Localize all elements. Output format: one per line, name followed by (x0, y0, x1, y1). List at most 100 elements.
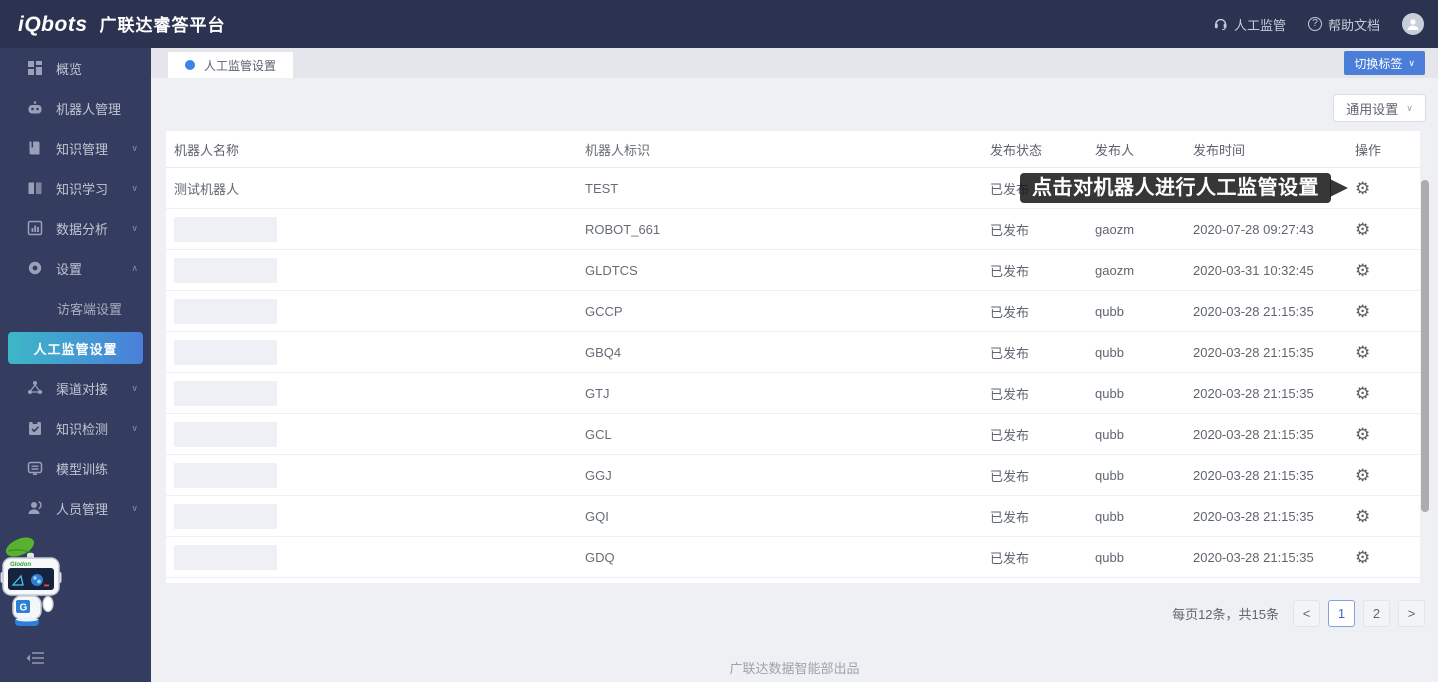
settings-gear-icon[interactable]: ⚙ (1355, 220, 1370, 239)
column-header-publisher: 发布人 (1095, 142, 1135, 158)
publisher-cell: qubb (1095, 467, 1124, 483)
main-content: 通用设置 ∨ 机器人名称 机器人标识 发布状态 发布人 发布时间 操作 测试机器… (151, 78, 1438, 682)
collapse-sidebar-icon[interactable] (26, 651, 46, 670)
sidebar-item-label: 设置 (56, 261, 83, 277)
redacted-name-block (174, 257, 277, 283)
general-settings-label: 通用设置 (1346, 101, 1399, 117)
publish-status-cell: 已发布 (990, 386, 1030, 402)
chevron-up-icon: ∧ (131, 262, 138, 273)
sidebar-item-manual-supervision-settings[interactable]: 人工监管设置 (8, 332, 143, 364)
footer-credit: 广联达数据智能部出品 (729, 661, 860, 676)
robot-name-cell: 测试机器人 (174, 181, 240, 197)
robot-id-cell: GCL (585, 426, 612, 442)
publisher-cell: qubb (1095, 426, 1124, 442)
page-button-2[interactable]: 2 (1363, 600, 1390, 627)
robots-table: 机器人名称 机器人标识 发布状态 发布人 发布时间 操作 测试机器人 TEST … (166, 131, 1420, 583)
redacted-name-block (174, 421, 277, 447)
settings-gear-icon[interactable]: ⚙ (1355, 466, 1370, 485)
sidebar-item-visitor-settings[interactable]: 访客端设置 (0, 288, 151, 328)
settings-gear-icon[interactable]: ⚙ (1355, 548, 1370, 567)
publisher-cell: qubb (1095, 549, 1124, 565)
sidebar-item-label: 知识检测 (56, 421, 109, 437)
tab-label: 人工监管设置 (204, 58, 277, 73)
publisher-cell: gaozm (1095, 262, 1135, 278)
settings-gear-icon[interactable]: ⚙ (1355, 261, 1370, 280)
robot-id-cell: TEST (585, 180, 619, 196)
settings-gear-icon[interactable]: ⚙ (1355, 507, 1370, 526)
help-docs-label: 帮助文档 (1327, 17, 1380, 33)
sidebar-item-overview[interactable]: 概览 (0, 48, 151, 88)
settings-gear-icon[interactable]: ⚙ (1355, 343, 1370, 362)
vertical-scrollbar[interactable] (1421, 180, 1429, 512)
publisher-cell: qubb (1095, 344, 1124, 360)
chevron-down-icon: ∨ (1408, 57, 1415, 68)
sidebar-item-knowledge-learning[interactable]: 知识学习 ∨ (0, 168, 151, 208)
table-row: GCL 已发布 qubb 2020-03-28 21:15:35 ⚙ (166, 414, 1420, 455)
redacted-name-block (174, 339, 277, 365)
tab-manual-supervision-settings[interactable]: 人工监管设置 (168, 52, 294, 78)
robot-id-cell: GQI (585, 508, 609, 524)
pagination: 每页12条，共15条 < 1 2 > (1172, 600, 1425, 627)
general-settings-dropdown[interactable]: 通用设置 ∨ (1333, 94, 1426, 122)
sidebar-item-data-analysis[interactable]: 数据分析 ∨ (0, 208, 151, 248)
platform-name: 广联达睿答平台 (99, 16, 226, 35)
redacted-name-block (174, 503, 277, 529)
manual-supervision-link[interactable]: 人工监管 (1213, 15, 1286, 34)
settings-gear-icon[interactable]: ⚙ (1355, 179, 1370, 198)
sidebar-item-settings[interactable]: 设置 ∧ (0, 248, 151, 288)
column-header-publish-status: 发布状态 (990, 142, 1043, 158)
publish-status-cell: 已发布 (990, 509, 1030, 525)
chevron-down-icon: ∨ (1406, 102, 1413, 113)
table-row: GQI 已发布 qubb 2020-03-28 21:15:35 ⚙ (166, 496, 1420, 537)
publish-time-cell: 2020-03-28 21:15:35 (1193, 467, 1314, 483)
sidebar-item-knowledge-management[interactable]: 知识管理 ∨ (0, 128, 151, 168)
table-row: GGJ 已发布 qubb 2020-03-28 21:15:35 ⚙ (166, 455, 1420, 496)
publish-time-cell: 2020-03-31 10:32:45 (1193, 262, 1314, 278)
table-row: GLDTCS 已发布 gaozm 2020-03-31 10:32:45 ⚙ (166, 250, 1420, 291)
robot-id-cell: ROBOT_661 (585, 221, 661, 237)
publish-status-cell: 已发布 (990, 263, 1030, 279)
sidebar-item-model-training[interactable]: 模型训练 (0, 448, 151, 488)
sidebar-item-knowledge-detection[interactable]: 知识检测 ∨ (0, 408, 151, 448)
detection-icon (27, 420, 43, 436)
page-button-1[interactable]: 1 (1328, 600, 1355, 627)
publisher-cell: qubb (1095, 385, 1124, 401)
help-docs-link[interactable]: ? 帮助文档 (1307, 15, 1380, 34)
publish-time-cell: 2020-03-28 21:15:35 (1193, 385, 1314, 401)
settings-gear-icon[interactable]: ⚙ (1355, 425, 1370, 444)
column-header-action: 操作 (1355, 142, 1382, 158)
settings-gear-icon[interactable]: ⚙ (1355, 302, 1370, 321)
sidebar-item-channel-connect[interactable]: 渠道对接 ∨ (0, 368, 151, 408)
table-row: ROBOT_661 已发布 gaozm 2020-07-28 09:27:43 … (166, 209, 1420, 250)
column-header-robot-id: 机器人标识 (585, 142, 651, 158)
table-row: 测试机器人 TEST 已发布 ⚙ 点击对机器人进行人工监管设置 (166, 168, 1420, 209)
knowledge-icon (27, 140, 43, 156)
switch-tag-label: 切换标签 (1354, 56, 1403, 71)
publish-time-cell: 2020-03-28 21:15:35 (1193, 426, 1314, 442)
publish-status-cell: 已发布 (990, 550, 1030, 566)
app-header: iQbots 广联达睿答平台 人工监管 ? 帮助文档 (0, 0, 1438, 48)
redacted-name-block (174, 380, 277, 406)
switch-tag-button[interactable]: 切换标签 ∨ (1344, 51, 1425, 75)
publish-time-cell: 2020-03-28 21:15:35 (1193, 549, 1314, 565)
person-icon (1407, 19, 1419, 30)
analysis-icon (27, 220, 43, 236)
next-page-button[interactable]: > (1398, 600, 1425, 627)
sidebar-subitem-label: 人工监管设置 (33, 341, 118, 357)
publish-time-cell: 2020-03-28 21:15:35 (1193, 508, 1314, 524)
sidebar-item-personnel-management[interactable]: 人员管理 ∨ (0, 488, 151, 528)
table-row: GTJ 已发布 qubb 2020-03-28 21:15:35 ⚙ (166, 373, 1420, 414)
user-avatar[interactable] (1402, 13, 1424, 35)
table-header-row: 机器人名称 机器人标识 发布状态 发布人 发布时间 操作 (166, 131, 1420, 168)
supervision-tooltip: 点击对机器人进行人工监管设置 (1020, 173, 1348, 203)
redacted-name-block (174, 544, 277, 570)
redacted-name-block (174, 462, 277, 488)
sidebar-item-robot-management[interactable]: 机器人管理 (0, 88, 151, 128)
settings-gear-icon[interactable]: ⚙ (1355, 384, 1370, 403)
prev-page-button[interactable]: < (1293, 600, 1320, 627)
sidebar: 概览 机器人管理 知识管理 ∨ 知识学习 ∨ 数据分析 ∨ 设置 ∧ 访客端设置… (0, 48, 151, 682)
sidebar-item-label: 机器人管理 (56, 101, 122, 117)
robot-id-cell: GDQ (585, 549, 615, 565)
column-header-robot-name: 机器人名称 (174, 142, 240, 158)
robot-id-cell: GLDTCS (585, 262, 638, 278)
